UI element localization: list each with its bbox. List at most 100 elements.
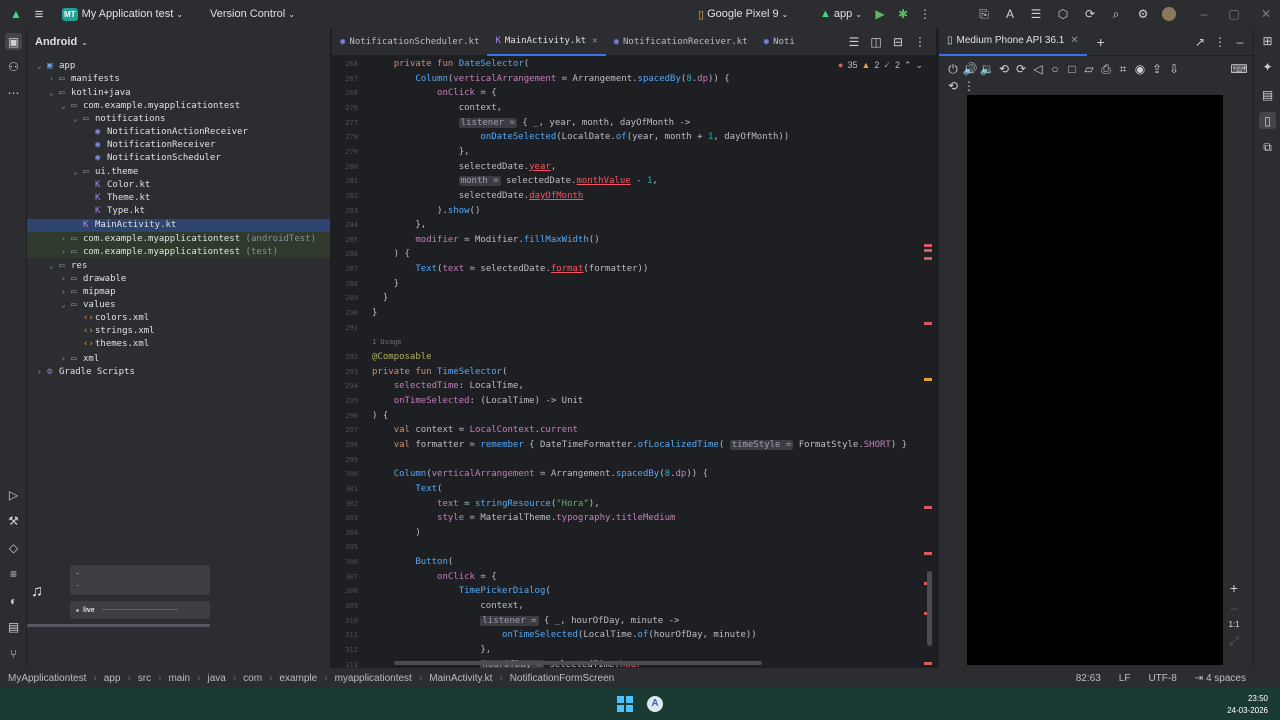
tree-item[interactable]: ‹›themes.xml [27,338,330,351]
chevron-right-icon[interactable]: › [37,365,47,378]
emulator-tab[interactable]: ▯ Medium Phone API 36.1 ✕ [939,28,1087,56]
tree-item[interactable]: › ▭ com.example.myapplicationtest (test) [27,245,330,259]
breadcrumb-item[interactable]: src [138,673,151,684]
hide-panel-icon[interactable]: – [1232,34,1248,50]
settings-gear-icon[interactable]: ⚙ [1135,0,1151,28]
code-line[interactable]: 286 ) { [332,247,410,261]
chevron-right-icon[interactable]: › [61,272,71,285]
logcat-icon[interactable]: ▤ [5,618,22,635]
chevron-up-icon[interactable]: ⌃ [904,60,912,71]
translate-icon[interactable]: A [1002,0,1018,28]
tree-item[interactable]: › ▭ mipmap [27,285,330,298]
chevron-down-icon[interactable]: ⌄ [61,298,71,311]
code-line[interactable]: 280 selectedDate.year, [332,160,556,174]
code-line[interactable]: 301 Text( [332,482,442,496]
emulator-screen[interactable] [967,95,1223,665]
close-icon[interactable]: ✕ [1258,0,1274,28]
code-line[interactable]: 282 selectedDate.dayOfMonth [332,189,583,203]
clock[interactable]: 23:50 24-03-2026 [1222,693,1268,717]
tree-item[interactable]: ⌄ ▭ notifications [27,112,330,125]
tree-item[interactable]: › ▭ manifests [27,72,330,85]
list-icon[interactable]: ☰ [1028,0,1044,28]
breadcrumb-item[interactable]: myapplicationtest [335,673,412,684]
debug-button[interactable]: ✱ [895,0,911,28]
chevron-right-icon[interactable]: › [61,352,71,365]
zoom-in-icon[interactable]: + [1226,580,1242,596]
code-line[interactable]: 267 Column(verticalArrangement = Arrange… [332,72,729,86]
tree-item[interactable]: ‹›strings.xml [27,325,330,338]
code-line[interactable]: 294 selectedTime: LocalTime, [332,379,523,393]
media-live-card[interactable]: live [70,601,210,619]
sync-icon[interactable]: ⟳ [1082,0,1098,28]
breadcrumb-item[interactable]: com [243,673,262,684]
screenrecord-icon[interactable]: ◉ [1132,61,1148,77]
code-line[interactable]: 302 text = stringResource("Hora"), [332,497,599,511]
code-line[interactable]: 297 val context = LocalContext.current [332,423,578,437]
code-line[interactable]: 276 context, [332,101,502,115]
code-area[interactable]: 268 private fun DateSelector(267 Column(… [332,56,936,668]
chevron-down-icon[interactable]: ⌄ [73,165,83,178]
code-line[interactable]: 278 onDateSelected(LocalDate.of(year, mo… [332,130,789,144]
code-line[interactable]: 304 ) [332,526,420,540]
line-separator[interactable]: LF [1119,673,1131,684]
tree-item[interactable]: ⌄ ▣ app [27,59,330,72]
chevron-right-icon[interactable]: › [61,232,71,245]
tree-item[interactable]: K MainActivity.kt [27,218,330,232]
horizontal-scrollbar[interactable] [394,661,762,665]
zoom-out-icon[interactable]: – [1226,600,1242,616]
build-tool-icon[interactable]: ⚒ [5,512,22,529]
editor-tab[interactable]: ◉ Noti [756,28,803,56]
extended-controls-icon[interactable]: ⌨ [1230,61,1247,77]
inspection-widget[interactable]: ● 35 ▲ 2 ✓ 2 ⌃ ⌄ [838,60,924,71]
main-menu-icon[interactable]: ≡ [31,0,47,28]
zoom-fit-icon[interactable]: ⤢ [1226,633,1242,649]
rotate-right-icon[interactable]: ⟳ [1013,61,1029,77]
breadcrumb-item[interactable]: MyApplicationtest [8,673,86,684]
code-line[interactable]: 308 TimePickerDialog( [332,584,550,598]
gem-icon[interactable]: ◇ [5,539,22,556]
tree-item[interactable]: ◉ NotificationActionReceiver [27,126,330,139]
tree-item[interactable]: ◉ NotificationReceiver [27,139,330,152]
device-manager-icon[interactable]: ⎘ [976,0,992,28]
vertical-scroll-thumb[interactable] [927,571,932,646]
tab-overflow-icon[interactable]: ⋮ [912,34,928,50]
code-line[interactable]: 289 } [332,291,388,305]
tree-item[interactable]: ⌄ ▭ values [27,298,330,311]
tree-item[interactable]: ⌄ ▭ com.example.myapplicationtest [27,99,330,112]
chevron-right-icon[interactable]: › [61,285,71,298]
code-line[interactable]: 287 Text(text = selectedDate.format(form… [332,262,648,276]
minimize-icon[interactable]: – [1196,0,1212,28]
running-devices-icon[interactable]: ▯ [1259,112,1276,129]
tree-item[interactable]: › ▭ com.example.myapplicationtest (android… [27,231,330,245]
code-line[interactable]: 298 val formatter = remember { DateTimeF… [332,438,907,452]
code-line[interactable]: 268 private fun DateSelector( [332,57,529,71]
gemini-icon[interactable]: ✦ [1259,58,1276,75]
fold-icon[interactable]: ▱ [1081,61,1097,77]
code-line[interactable]: 279 }, [332,145,469,159]
split-vertical-icon[interactable]: ◫ [868,34,884,50]
volume-up-icon[interactable]: 🔊 [962,61,978,77]
breadcrumb-item[interactable]: NotificationFormScreen [510,673,614,684]
tree-item[interactable]: ⌄ ▭ ui.theme [27,165,330,178]
device-mirroring-icon[interactable]: ⧉ [1259,139,1276,156]
editor-tab[interactable]: ◉ NotificationReceiver.kt [606,28,756,56]
tree-item[interactable]: K Type.kt [27,205,330,218]
open-external-icon[interactable]: ↗ [1192,34,1208,50]
code-line[interactable]: 305 [332,540,372,554]
code-line[interactable]: 283 ).show() [332,204,480,218]
emulator-more-icon[interactable]: ⋮ [961,78,977,94]
cursor-position[interactable]: 82:63 [1076,673,1101,684]
code-line[interactable]: 1 Usage [332,335,402,349]
editor-tab[interactable]: K MainActivity.kt ✕ [487,28,606,56]
tree-item[interactable]: K Theme.kt [27,192,330,205]
tree-item[interactable]: ‹›colors.xml [27,312,330,325]
zoom-actual-size[interactable]: 1:1 [1228,620,1239,629]
more-actions-icon[interactable]: ⋮ [917,0,933,28]
code-line[interactable]: 292 @Composable [332,350,431,364]
chevron-down-icon[interactable]: ⌄ [37,59,47,72]
breadcrumb-item[interactable]: example [279,673,317,684]
code-line[interactable]: 306 Button( [332,555,453,569]
more-tools-icon[interactable]: ⋯ [5,84,22,101]
code-line[interactable]: 299 [332,453,372,467]
editor-tab[interactable]: ◉ NotificationScheduler.kt [332,28,487,56]
